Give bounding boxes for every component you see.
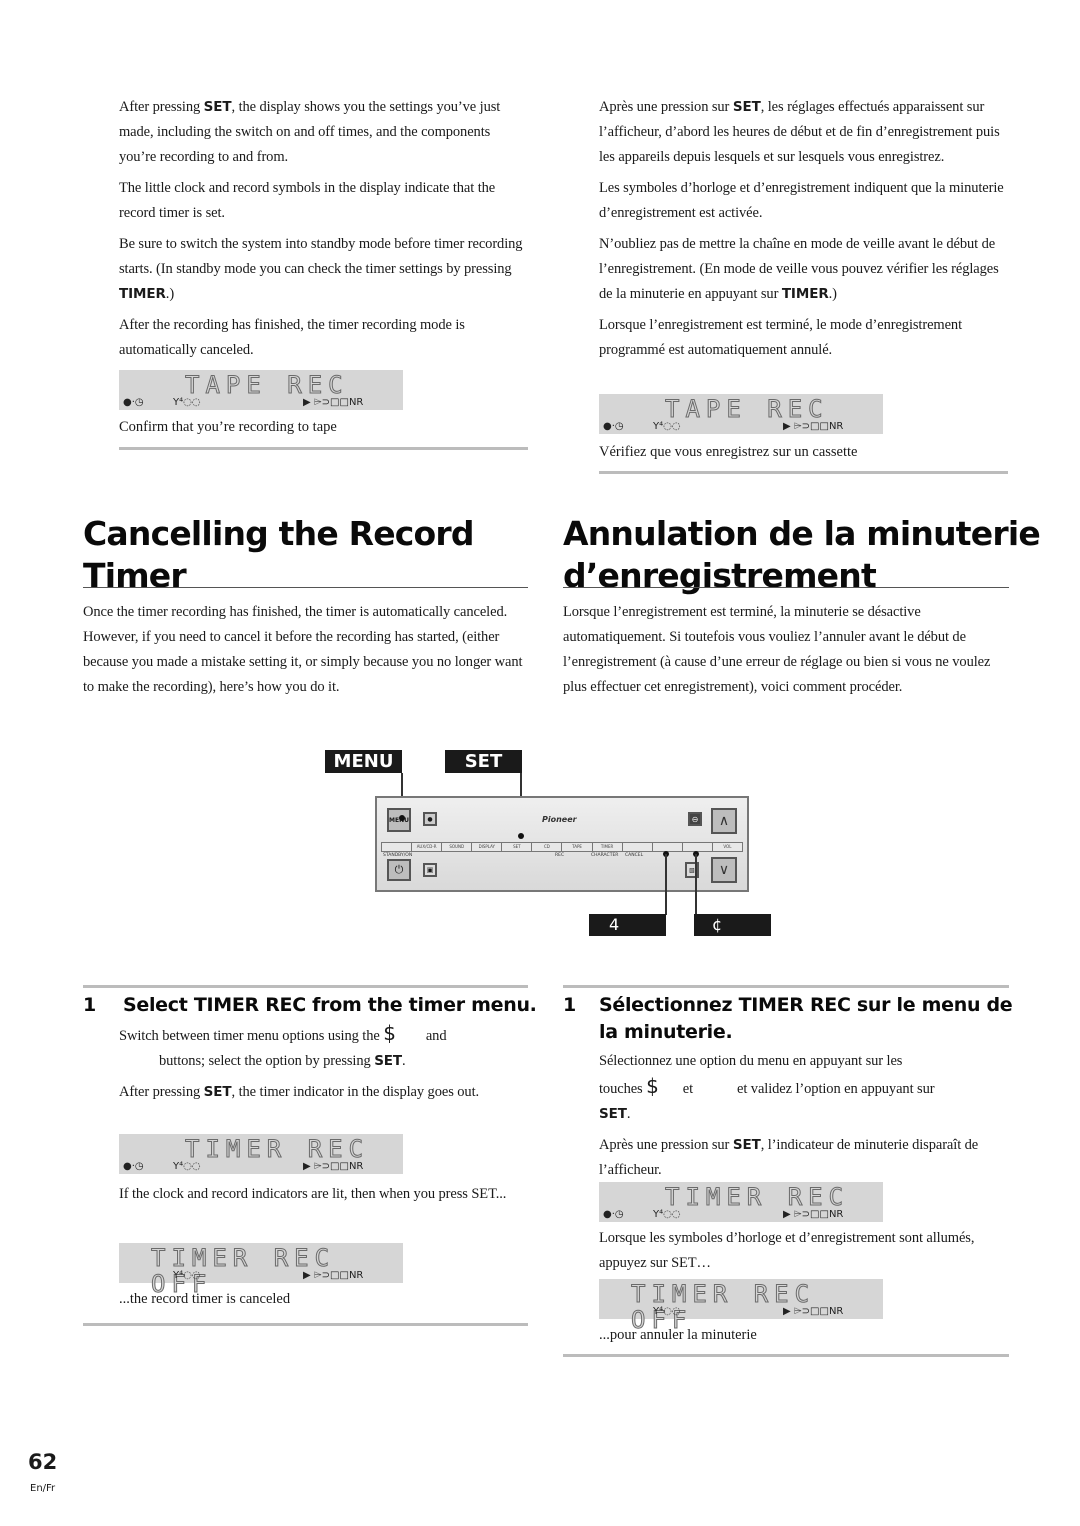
paragraph: Be sure to switch the system into standb… <box>119 236 523 302</box>
lcd-display-timer-rec-off: TIMER REC OFF Y⁴◌◌ ▶ ⌲⊃□□NR <box>119 1243 403 1298</box>
eject-button[interactable]: ⊖ <box>688 812 702 826</box>
paragraph: N’oubliez pas de mettre la chaîne en mod… <box>599 236 999 302</box>
step-body-en: Switch between timer menu options using … <box>119 1021 480 1100</box>
divider <box>119 447 528 450</box>
front-panel: MENU ● Pioneer ⊖ ∧ AUX/CD-R SOUND DISPLA… <box>375 796 749 892</box>
caption: ...the record timer is canceled <box>119 1291 291 1307</box>
right-top-text: Après une pression sur SET, les réglages… <box>599 95 1014 369</box>
lcd-display-timer-rec: TIMER REC ●·◷ Y⁴◌◌ ▶ ⌲⊃□□NR <box>599 1182 883 1222</box>
function-strip: AUX/CD-R SOUND DISPLAY SET CD TAPE TIMER… <box>381 842 743 852</box>
title-underline <box>83 587 528 588</box>
divider <box>83 985 528 988</box>
up-button-symbol: $ <box>646 1074 659 1098</box>
tuner-icon: Y⁴◌◌ <box>653 1306 681 1317</box>
timer-record-icon: ●·◷ <box>603 1209 624 1220</box>
tape-play-icon: ▶ ⌲⊃□□NR <box>783 1306 844 1317</box>
timer-record-icon: ●·◷ <box>123 397 144 408</box>
tuner-icon: Y⁴◌◌ <box>653 1209 681 1220</box>
paragraph: After the recording has finished, the ti… <box>119 317 465 358</box>
caption: Vérifiez que vous enregistrez sur un cas… <box>599 444 858 460</box>
tuner-icon: Y⁴◌◌ <box>173 1161 201 1172</box>
callout-line <box>665 854 667 915</box>
standby-label: STANDBY/ON <box>383 853 413 858</box>
lcd-display-timer-rec-off: TIMER REC OFF Y⁴◌◌ ▶ ⌲⊃□□NR <box>599 1279 883 1334</box>
divider <box>599 471 1008 474</box>
page-number: 62 <box>28 1450 58 1474</box>
volume-up-button[interactable]: ∧ <box>711 808 737 834</box>
volume-down-button[interactable]: ∨ <box>711 857 737 883</box>
brand-logo: Pioneer <box>542 815 577 824</box>
caption: ...pour annuler la minuterie <box>599 1327 757 1343</box>
up-callout-label: ¢ <box>694 914 771 936</box>
tape-play-icon: ▶ ⌲⊃□□NR <box>783 421 844 432</box>
menu-callout-label: MENU <box>325 750 402 773</box>
section-title-fr: Annulation de la minuterie d’enregistrem… <box>563 514 1041 595</box>
paragraph: Après une pression sur SET, les réglages… <box>599 99 1000 165</box>
divider <box>83 1323 528 1326</box>
paragraph: After pressing SET, the display shows yo… <box>119 99 501 165</box>
lcd-display-tape-rec: TAPE REC ●·◷ Y⁴◌◌ ▶ ⌲⊃□□NR <box>599 394 883 434</box>
up-button-symbol: $ <box>383 1021 396 1045</box>
step-heading-en: 1 Select TIMER REC from the timer menu. <box>83 994 537 1016</box>
lcd-display-timer-rec: TIMER REC ●·◷ Y⁴◌◌ ▶ ⌲⊃□□NR <box>119 1134 403 1174</box>
language-label: En/Fr <box>30 1483 56 1494</box>
standby-button[interactable]: ⏻ <box>387 859 411 881</box>
caption: Confirm that you’re recording to tape <box>119 419 337 435</box>
tuner-icon: Y⁴◌◌ <box>173 1270 201 1281</box>
caption: If the clock and record indicators are l… <box>119 1186 507 1202</box>
tape-play-icon: ▶ ⌲⊃□□NR <box>303 397 364 408</box>
timer-record-icon: ●·◷ <box>123 1161 144 1172</box>
set-callout-label: SET <box>445 750 522 773</box>
tape-play-icon: ▶ ⌲⊃□□NR <box>783 1209 844 1220</box>
paragraph: Lorsque l’enregistrement est terminé, le… <box>599 317 963 358</box>
paragraph: The little clock and record symbols in t… <box>119 180 496 221</box>
input-button[interactable]: ▣ <box>423 863 437 877</box>
intro-fr: Lorsque l’enregistrement est terminé, la… <box>563 604 991 695</box>
step-body-fr: Sélectionnez une option du menu en appuy… <box>599 1053 979 1178</box>
down-callout-label: 4 <box>589 914 666 936</box>
section-title-en: Cancelling the Record Timer <box>83 514 475 595</box>
tape-play-icon: ▶ ⌲⊃□□NR <box>303 1270 364 1281</box>
tape-play-icon: ▶ ⌲⊃□□NR <box>303 1161 364 1172</box>
caption: Lorsque les symboles d’horloge et d’enre… <box>599 1230 975 1271</box>
divider <box>563 985 1009 988</box>
paragraph: Les symboles d’horloge et d’enregistreme… <box>599 180 1004 221</box>
step-heading-fr: 1 Sélectionnez TIMER REC sur le menu de l… <box>563 994 1013 1043</box>
callout-dot <box>399 815 405 821</box>
intro-en: Once the timer recording has finished, t… <box>83 604 523 695</box>
timer-record-icon: ●·◷ <box>603 421 624 432</box>
lcd-display-tape-rec: TAPE REC ●·◷ Y⁴◌◌ ▶ ⌲⊃□□NR <box>119 370 403 410</box>
callout-dot <box>518 833 524 839</box>
left-top-text: After pressing SET, the display shows yo… <box>119 95 529 369</box>
title-underline <box>563 587 1009 588</box>
callout-line <box>695 854 697 915</box>
cd-button[interactable]: ● <box>423 812 437 826</box>
divider <box>563 1354 1009 1357</box>
tuner-icon: Y⁴◌◌ <box>173 397 201 408</box>
tuner-icon: Y⁴◌◌ <box>653 421 681 432</box>
